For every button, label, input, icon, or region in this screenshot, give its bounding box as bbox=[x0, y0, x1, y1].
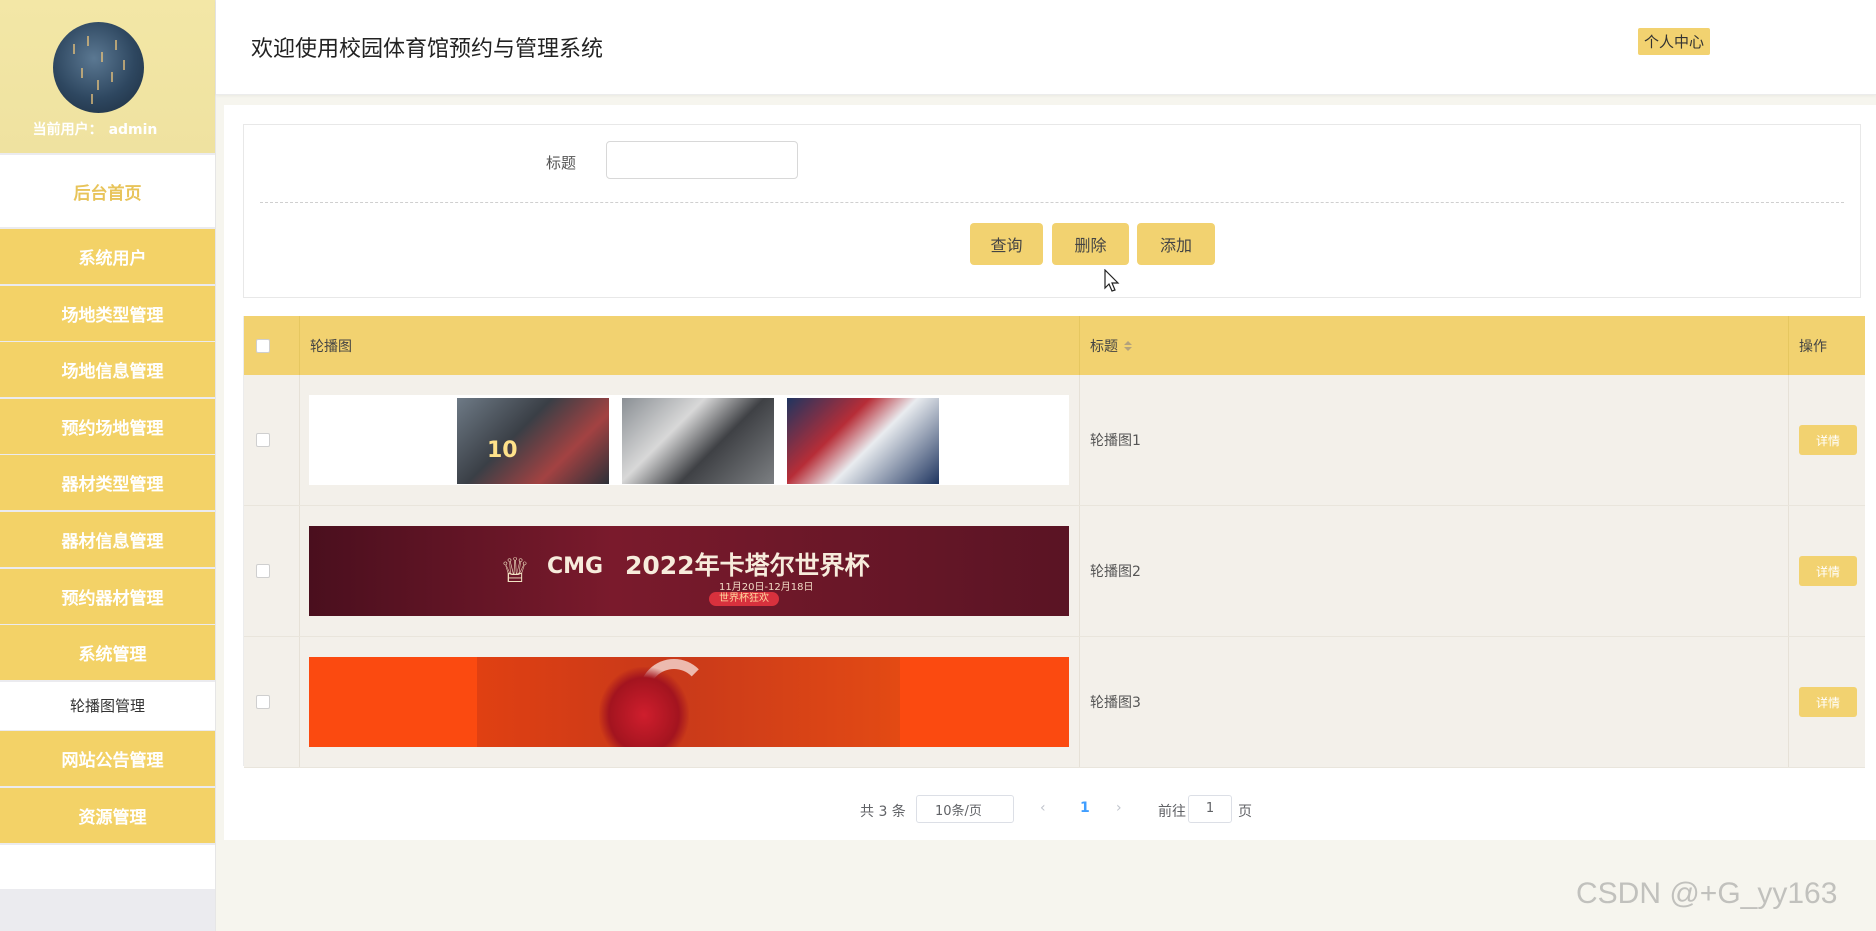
player-figure bbox=[599, 667, 689, 747]
sidebar-item-equipment-types[interactable]: 器材类型管理 bbox=[0, 455, 215, 511]
current-user: 当前用户： admin bbox=[0, 119, 190, 139]
row-checkbox[interactable] bbox=[256, 564, 270, 578]
photo-team: 10 bbox=[457, 398, 609, 484]
delete-button[interactable]: 删除 bbox=[1052, 223, 1129, 265]
sidebar-subitem-carousel[interactable]: 轮播图管理 bbox=[0, 681, 215, 730]
avatar[interactable] bbox=[53, 22, 144, 113]
photo-player bbox=[622, 398, 774, 484]
search-panel: 标题 查询 删除 添加 bbox=[243, 124, 1861, 298]
next-page-button[interactable]: › bbox=[1116, 800, 1122, 816]
banner-brand: CMG bbox=[547, 554, 604, 579]
sidebar-menu: 系统用户 场地类型管理 场地信息管理 预约场地管理 器材类型管理 器材信息管理 … bbox=[0, 229, 215, 889]
add-button[interactable]: 添加 bbox=[1137, 223, 1215, 265]
detail-button[interactable]: 详情 bbox=[1799, 425, 1857, 455]
table-header: 轮播图 标题 操作 bbox=[244, 316, 1865, 375]
sidebar-item-home[interactable]: 后台首页 bbox=[0, 155, 215, 227]
sidebar-item-system-management[interactable]: 系统管理 bbox=[0, 625, 215, 681]
topbar: 欢迎使用校园体育馆预约与管理系统 个人中心 bbox=[216, 0, 1876, 95]
current-user-label: 当前用户： bbox=[32, 122, 103, 138]
banner-dates: 11月20日-12月18日 bbox=[719, 582, 814, 593]
page-size-select[interactable]: 10条/页 bbox=[916, 795, 1014, 823]
image-cell: ♕ CMG 2022年卡塔尔世界杯 11月20日-12月18日 世界杯狂欢 bbox=[300, 506, 1080, 636]
image-cell bbox=[300, 637, 1080, 767]
carousel-image-2[interactable]: ♕ CMG 2022年卡塔尔世界杯 11月20日-12月18日 世界杯狂欢 bbox=[309, 526, 1069, 616]
photo-fan bbox=[787, 398, 939, 484]
sidebar-item-resources[interactable]: 资源管理 bbox=[0, 787, 215, 843]
prev-page-button[interactable]: ‹ bbox=[1040, 800, 1046, 816]
title-cell: 轮播图2 bbox=[1080, 506, 1789, 636]
page-number-current[interactable]: 1 bbox=[1080, 800, 1090, 816]
page-title: 欢迎使用校园体育馆预约与管理系统 bbox=[251, 37, 604, 62]
table-row: ♕ CMG 2022年卡塔尔世界杯 11月20日-12月18日 世界杯狂欢 轮播… bbox=[244, 506, 1865, 637]
sidebar-item-venue-types[interactable]: 场地类型管理 bbox=[0, 285, 215, 341]
pagination-total: 共 3 条 bbox=[860, 804, 906, 820]
carousel-image-1[interactable]: 10 bbox=[309, 395, 1069, 485]
current-user-name: admin bbox=[108, 122, 158, 138]
detail-button[interactable]: 详情 bbox=[1799, 556, 1857, 586]
column-header-image: 轮播图 bbox=[300, 316, 1080, 375]
row-select-cell bbox=[244, 506, 300, 636]
jersey-number: 10 bbox=[487, 438, 518, 463]
sidebar-item-venue-info[interactable]: 场地信息管理 bbox=[0, 342, 215, 398]
table-row: 轮播图3 详情 bbox=[244, 637, 1865, 768]
goto-unit: 页 bbox=[1238, 804, 1252, 820]
title-search-input[interactable] bbox=[606, 141, 798, 179]
select-all-checkbox[interactable] bbox=[256, 338, 270, 353]
trophy-icon: ♕ bbox=[499, 551, 531, 591]
operation-cell: 详情 bbox=[1789, 637, 1865, 767]
watermark: CSDN @+G_yy163 bbox=[1576, 877, 1838, 910]
sidebar: 当前用户： admin 后台首页 系统用户 场地类型管理 场地信息管理 预约场地管… bbox=[0, 0, 216, 931]
sidebar-item-equipment-booking[interactable]: 预约器材管理 bbox=[0, 568, 215, 624]
image-cell: 10 bbox=[300, 375, 1080, 505]
operation-cell: 详情 bbox=[1789, 506, 1865, 636]
column-header-operation: 操作 bbox=[1799, 338, 1827, 355]
banner-headline: 2022年卡塔尔世界杯 bbox=[625, 551, 870, 580]
pagination: 共 3 条 10条/页 ‹ 1 › 前往 1 页 bbox=[224, 795, 1876, 825]
carousel-table: 轮播图 标题 操作 10 轮播图1 详情 ♕ CMG 2022年卡塔尔世界杯 1… bbox=[243, 316, 1865, 768]
row-checkbox[interactable] bbox=[256, 695, 270, 709]
sidebar-header: 当前用户： admin bbox=[0, 0, 215, 153]
carousel-image-3[interactable] bbox=[309, 657, 1069, 747]
sidebar-item-equipment-info[interactable]: 器材信息管理 bbox=[0, 511, 215, 567]
profile-button[interactable]: 个人中心 bbox=[1638, 28, 1711, 55]
goto-page-input[interactable]: 1 bbox=[1188, 795, 1232, 823]
row-select-cell bbox=[244, 637, 300, 767]
row-checkbox[interactable] bbox=[256, 433, 270, 447]
query-button[interactable]: 查询 bbox=[970, 223, 1043, 265]
column-header-title[interactable]: 标题 bbox=[1080, 316, 1789, 375]
goto-label: 前往 bbox=[1158, 804, 1186, 820]
table-row: 10 轮播图1 详情 bbox=[244, 375, 1865, 506]
row-select-cell bbox=[244, 375, 300, 505]
sidebar-item-venue-booking[interactable]: 预约场地管理 bbox=[0, 398, 215, 454]
detail-button[interactable]: 详情 bbox=[1799, 687, 1857, 717]
banner-pill: 世界杯狂欢 bbox=[709, 592, 779, 606]
main-content: 标题 查询 删除 添加 轮播图 标题 操作 10 轮播图1 详情 ♕ CMG 2… bbox=[224, 105, 1876, 840]
title-cell: 轮播图1 bbox=[1080, 375, 1789, 505]
sidebar-item-announcements[interactable]: 网站公告管理 bbox=[0, 731, 215, 787]
title-cell: 轮播图3 bbox=[1080, 637, 1789, 767]
divider bbox=[260, 202, 1844, 203]
operation-cell: 详情 bbox=[1789, 375, 1865, 505]
sidebar-spacer bbox=[0, 844, 215, 889]
column-header-title-label: 标题 bbox=[1090, 338, 1118, 355]
sidebar-item-system-users[interactable]: 系统用户 bbox=[0, 229, 215, 284]
sort-icon[interactable] bbox=[1124, 340, 1132, 351]
title-label: 标题 bbox=[546, 154, 577, 172]
select-all-cell bbox=[244, 316, 300, 375]
